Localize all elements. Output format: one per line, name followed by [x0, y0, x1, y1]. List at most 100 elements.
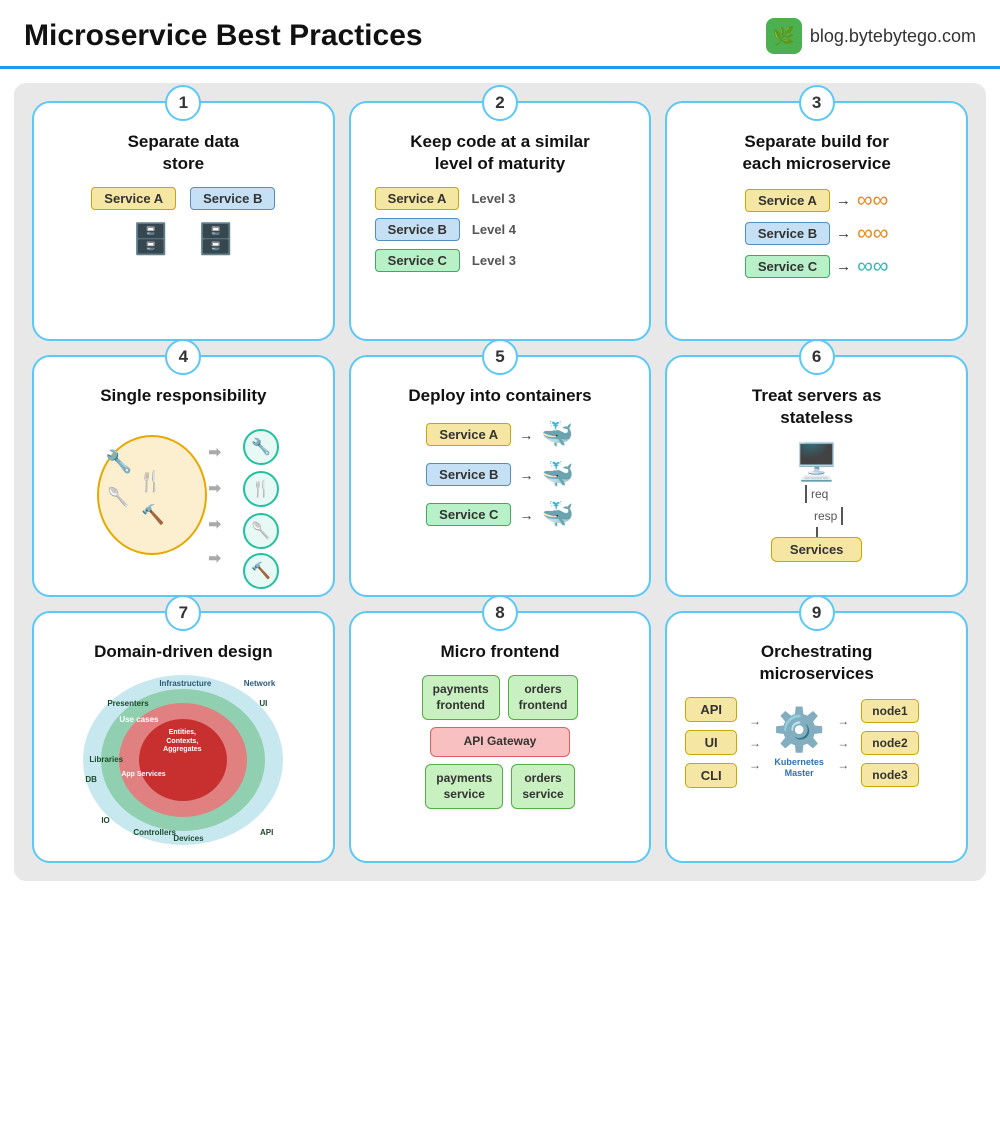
arrow-to-k8s-3: →: [749, 758, 761, 772]
k8s-cli-box: CLI: [685, 763, 737, 788]
card2-service-c: Service C: [375, 249, 460, 272]
card-6-number: 6: [799, 339, 835, 375]
card-6-title: Treat servers asstateless: [752, 385, 882, 429]
resp-teal-2: 🍴: [243, 471, 279, 507]
arrow-to-k8s-1: →: [749, 714, 761, 728]
service-b-box: Service B: [190, 187, 275, 210]
level-c: Level 3: [472, 253, 516, 268]
card-4-title: Single responsibility: [100, 385, 266, 407]
payments-service-box: paymentsservice: [425, 764, 503, 809]
label-presenters: Presenters: [107, 699, 148, 708]
card-5-title: Deploy into containers: [408, 385, 591, 407]
tool-1: 🔧: [105, 449, 132, 475]
card-2-title: Keep code at a similarlevel of maturity: [410, 131, 590, 175]
card-9: 9 Orchestratingmicroservices API UI CLI …: [665, 611, 968, 863]
req-resp-diagram: 🖥️ req resp Services: [771, 441, 863, 562]
services-box: Services: [771, 537, 863, 562]
card-7-title: Domain-driven design: [94, 641, 273, 663]
arrow-container-b: →: [519, 467, 533, 483]
card-3: 3 Separate build foreach microservice Se…: [665, 101, 968, 341]
card-3-body: Service A → ∞∞ Service B → ∞∞ Service C …: [681, 187, 952, 323]
card-2-body: Service A Level 3 Service B Level 4 Serv…: [365, 187, 636, 323]
line-down-req: [805, 485, 807, 503]
k8s-diagram: API UI CLI → → → ⚙️ KubernetesMaster →: [681, 697, 952, 788]
resp-teal-4: 🔨: [243, 553, 279, 589]
label-network: Network: [244, 679, 276, 688]
card-4-body: 🔧 🍴 🥄 🔨 ➡ ➡ ➡ ➡ 🔧 🍴 🥄 🔨: [48, 419, 319, 579]
label-api: API: [260, 828, 273, 837]
orders-frontend-box: ordersfrontend: [508, 675, 579, 720]
build-row-c: Service C → ∞∞: [745, 253, 889, 279]
line-down-resp: [841, 507, 843, 525]
level-b: Level 4: [472, 222, 516, 237]
card-1-title: Separate datastore: [128, 131, 240, 175]
k8s-wheel-icon: ⚙️: [773, 706, 825, 755]
arrow-b: →: [836, 225, 851, 242]
card-6-body: 🖥️ req resp Services: [681, 441, 952, 579]
container-row-c: Service C → 🐳: [426, 499, 574, 530]
build-row-b: Service B → ∞∞: [745, 220, 889, 246]
req-label: req: [811, 487, 828, 501]
mf-bottom-row: paymentsservice ordersservice: [425, 764, 574, 809]
k8s-node3: node3: [861, 763, 918, 787]
card-5-number: 5: [482, 339, 518, 375]
k8s-left-arrows: → → →: [749, 714, 761, 772]
mf-top-row: paymentsfrontend ordersfrontend: [422, 675, 579, 720]
card2-service-b: Service B: [375, 218, 460, 241]
ddd-diagram: Infrastructure Network Presenters UI Use…: [83, 675, 283, 845]
payments-frontend-box: paymentsfrontend: [422, 675, 500, 720]
card-5-body: Service A → 🐳 Service B → 🐳 Service C → …: [365, 419, 636, 579]
service-a-box: Service A: [91, 187, 176, 210]
req-line: req: [805, 485, 828, 503]
card-2-number: 2: [482, 85, 518, 121]
card-4-number: 4: [165, 339, 201, 375]
arrow-c: →: [836, 258, 851, 275]
level-row-c: Service C Level 3: [375, 249, 626, 272]
level-table: Service A Level 3 Service B Level 4 Serv…: [365, 187, 636, 272]
arrow-container-a: →: [519, 427, 533, 443]
card-8-body: paymentsfrontend ordersfrontend API Gate…: [365, 675, 636, 845]
k8s-master: ⚙️ KubernetesMaster: [773, 706, 825, 779]
card-7: 7 Domain-driven design Infrastructure Ne…: [32, 611, 335, 863]
card3-service-b: Service B: [745, 222, 830, 245]
arrow-from-k8s-3: →: [837, 758, 849, 772]
microfrontend-diagram: paymentsfrontend ordersfrontend API Gate…: [365, 675, 636, 809]
infinity-b: ∞∞: [857, 220, 888, 246]
level-a: Level 3: [471, 191, 515, 206]
card-2: 2 Keep code at a similarlevel of maturit…: [349, 101, 652, 341]
monitor-icon: 🖥️: [794, 441, 839, 483]
k8s-ui-box: UI: [685, 730, 737, 755]
header: Microservice Best Practices 🌿 blog.byteb…: [0, 0, 1000, 69]
arrow-resp-1: ➡: [208, 443, 221, 461]
docker-c: 🐳: [541, 499, 573, 530]
card-9-body: API UI CLI → → → ⚙️ KubernetesMaster →: [681, 697, 952, 845]
card-6: 6 Treat servers asstateless 🖥️ req resp …: [665, 355, 968, 597]
orders-service-box: ordersservice: [511, 764, 574, 809]
card-8-title: Micro frontend: [440, 641, 559, 663]
card-7-body: Infrastructure Network Presenters UI Use…: [48, 675, 319, 845]
brand-icon: 🌿: [766, 18, 802, 54]
docker-a: 🐳: [541, 419, 573, 450]
card-7-number: 7: [165, 595, 201, 631]
db-col-b: 🗄️: [197, 220, 234, 257]
card-5: 5 Deploy into containers Service A → 🐳 S…: [349, 355, 652, 597]
label-entities: Entities,Contexts,Aggregates: [143, 729, 221, 754]
main-content: 1 Separate datastore Service A Service B…: [14, 83, 986, 881]
card-9-number: 9: [799, 595, 835, 631]
card-1-services-row: Service A Service B: [91, 187, 275, 210]
level-row-a: Service A Level 3: [375, 187, 626, 210]
cards-grid: 1 Separate datastore Service A Service B…: [32, 101, 968, 863]
k8s-left: API UI CLI: [685, 697, 737, 788]
card-1-number: 1: [165, 85, 201, 121]
card-3-number: 3: [799, 85, 835, 121]
card5-service-b: Service B: [426, 463, 511, 486]
card-3-title: Separate build foreach microservice: [742, 131, 890, 175]
arrow-to-k8s-2: →: [749, 736, 761, 750]
k8s-node2: node2: [861, 731, 918, 755]
k8s-api-box: API: [685, 697, 737, 722]
arrow-from-k8s-2: →: [837, 736, 849, 750]
label-db: DB: [85, 775, 97, 784]
arrow-resp-4: ➡: [208, 549, 221, 567]
k8s-nodes: node1 node2 node3: [861, 699, 918, 787]
card-8-number: 8: [482, 595, 518, 631]
